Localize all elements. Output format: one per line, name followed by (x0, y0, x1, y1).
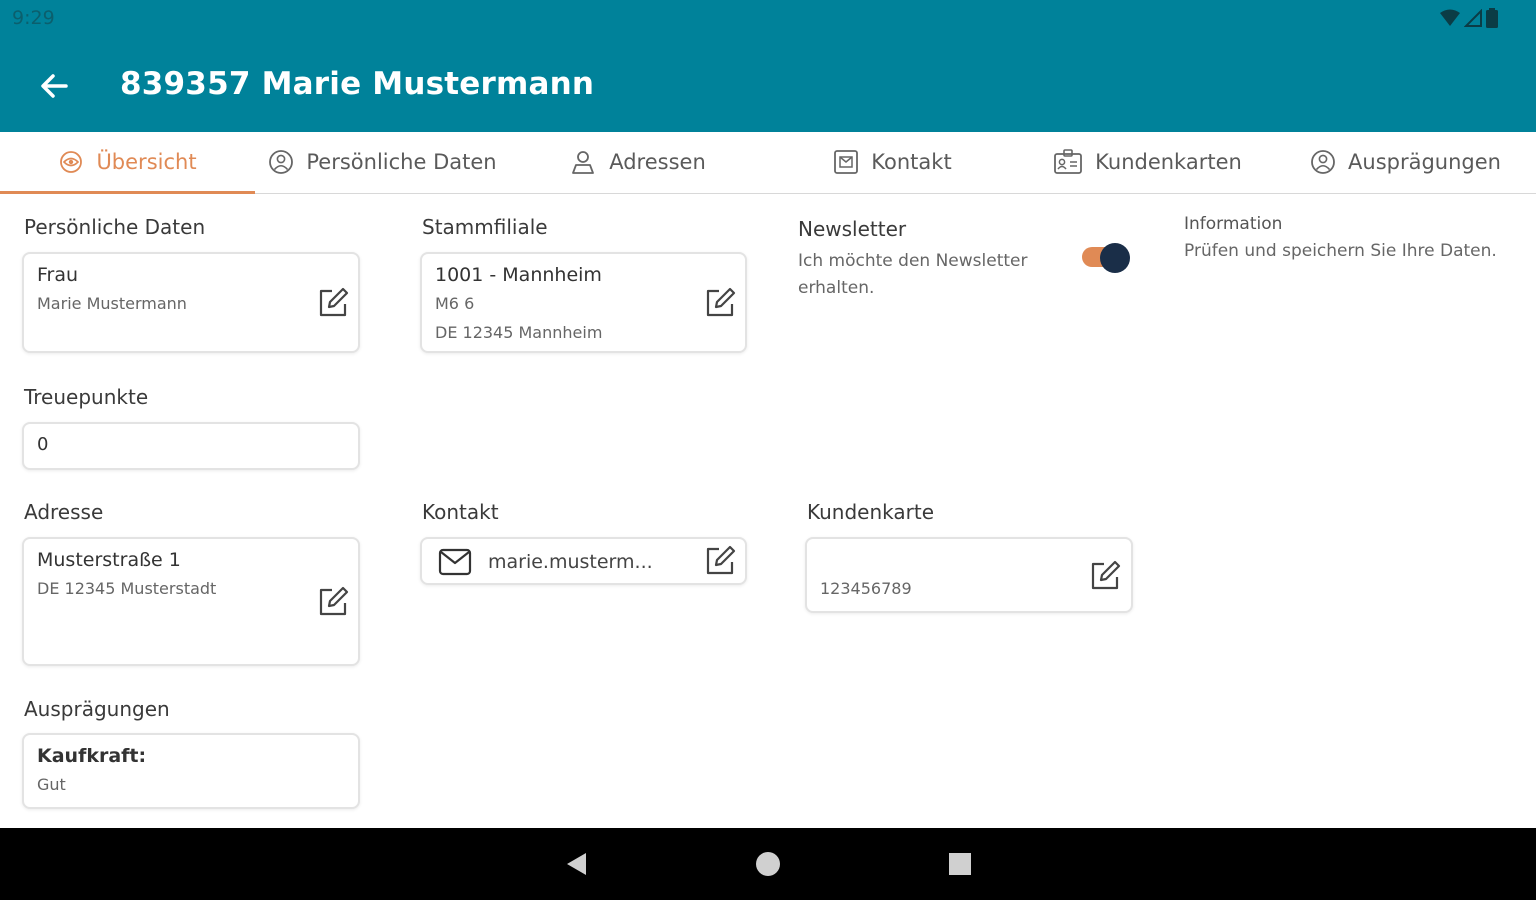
loyalty-value: 0 (37, 434, 49, 455)
contact-label: Kontakt (422, 500, 499, 524)
tab-label: Kundenkarten (1095, 150, 1242, 174)
characteristics-card[interactable]: Kaufkraft: Gut (22, 733, 360, 809)
branch-city: DE 12345 Mannheim (435, 323, 603, 342)
personal-card[interactable]: Frau Marie Mustermann (22, 252, 360, 353)
tab-label: Ausprägungen (1348, 150, 1501, 174)
system-nav-bar (0, 828, 1536, 900)
tab-label: Persönliche Daten (306, 150, 497, 174)
toggle-knob (1100, 243, 1130, 273)
triangle-back-icon (567, 853, 586, 875)
nav-home-button[interactable] (746, 842, 790, 886)
loyalty-label: Treuepunkte (24, 385, 149, 409)
tab-kundenkarten[interactable]: Kundenkarten (1020, 132, 1275, 192)
signal-icon (1464, 9, 1482, 27)
edit-address-button[interactable] (316, 585, 350, 619)
full-name: Marie Mustermann (37, 294, 187, 313)
branch-name: 1001 - Mannheim (435, 264, 602, 286)
characteristic-value: Gut (37, 775, 66, 794)
tab-label: Übersicht (96, 150, 197, 174)
characteristics-label: Ausprägungen (24, 697, 170, 721)
address-street: Musterstraße 1 (37, 549, 181, 571)
customer-card-label: Kundenkarte (807, 500, 935, 524)
page-title: 839357 Marie Mustermann (120, 66, 595, 102)
information-text: Prüfen und speichern Sie Ihre Daten. (1184, 241, 1497, 261)
nav-back-button[interactable] (554, 842, 598, 886)
address-label: Adresse (24, 500, 104, 524)
characteristic-key: Kaufkraft: (37, 745, 147, 767)
circle-home-icon (756, 852, 780, 876)
contact-card[interactable]: marie.musterm... (420, 537, 747, 585)
location-user-icon (572, 151, 595, 174)
battery-icon (1486, 8, 1498, 28)
edit-contact-button[interactable] (703, 544, 737, 578)
edit-branch-button[interactable] (703, 286, 737, 320)
edit-icon (319, 287, 349, 317)
id-card-icon (1054, 149, 1083, 174)
personal-label: Persönliche Daten (24, 215, 206, 239)
nav-recents-button[interactable] (938, 842, 982, 886)
edit-icon (1091, 560, 1121, 590)
contact-card-icon (834, 150, 859, 174)
customer-card-card[interactable]: 123456789 (805, 537, 1133, 613)
customer-card-number: 123456789 (820, 579, 912, 598)
branch-card[interactable]: 1001 - Mannheim M6 6 DE 12345 Mannheim (420, 252, 747, 353)
square-recents-icon (949, 853, 971, 875)
newsletter-toggle[interactable] (1080, 243, 1130, 273)
edit-icon (706, 287, 736, 317)
tab-adressen[interactable]: Adressen (510, 132, 765, 192)
app-bar: 9:29 839357 Marie Mustermann (0, 0, 1536, 132)
branch-street: M6 6 (435, 294, 475, 313)
contact-email: marie.musterm... (488, 551, 653, 573)
edit-customer-card-button[interactable] (1088, 559, 1122, 593)
newsletter-description: Ich möchte den Newsletter erhalten. (798, 251, 1028, 298)
eye-icon (60, 151, 83, 173)
tab-bar: Übersicht Persönliche Daten Adressen Kon… (0, 132, 1536, 194)
status-time: 9:29 (12, 7, 55, 29)
information-title: Information (1184, 214, 1283, 234)
tab-label: Adressen (609, 150, 706, 174)
user-circle-icon (269, 150, 294, 174)
newsletter-label: Newsletter (798, 217, 907, 241)
back-button[interactable] (30, 64, 78, 108)
loyalty-field[interactable]: 0 (22, 422, 360, 470)
wifi-icon (1440, 9, 1460, 26)
tab-persoenliche-daten[interactable]: Persönliche Daten (255, 132, 510, 192)
mail-icon (438, 548, 472, 576)
user-circle-icon (1311, 150, 1335, 174)
edit-icon (706, 545, 736, 575)
edit-personal-button[interactable] (316, 286, 350, 320)
tab-uebersicht[interactable]: Übersicht (0, 132, 255, 194)
salutation: Frau (37, 264, 79, 286)
tab-auspraegungen[interactable]: Ausprägungen (1275, 132, 1536, 192)
tab-kontakt[interactable]: Kontakt (765, 132, 1020, 192)
arrow-left-icon (41, 74, 68, 98)
address-city: DE 12345 Musterstadt (37, 579, 217, 598)
tab-label: Kontakt (871, 150, 952, 174)
address-card[interactable]: Musterstraße 1 DE 12345 Musterstadt (22, 537, 360, 666)
branch-label: Stammfiliale (422, 215, 548, 239)
edit-icon (319, 586, 349, 616)
status-icons (1440, 8, 1498, 28)
